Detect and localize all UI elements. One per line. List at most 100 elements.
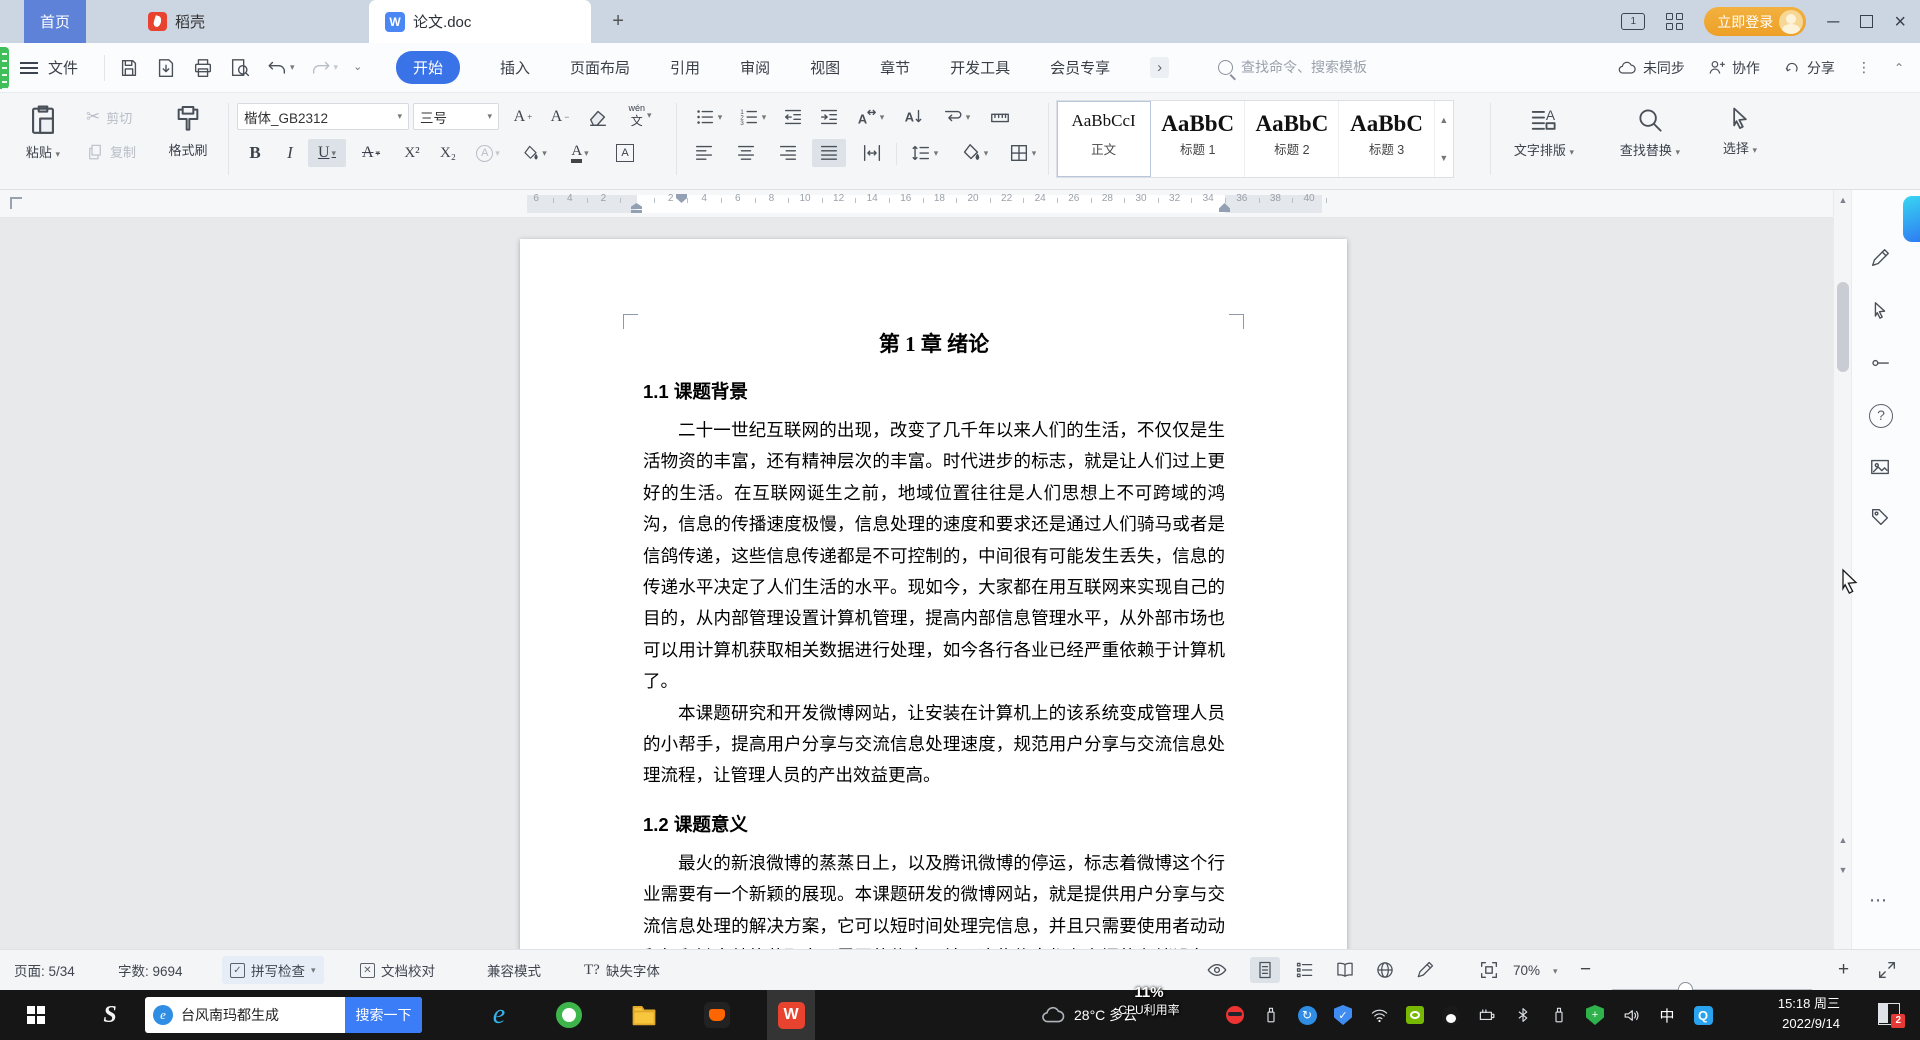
- tab-docer[interactable]: 稻壳: [132, 0, 221, 43]
- tray-qpinyin-icon[interactable]: Q: [1692, 1004, 1714, 1026]
- zoom-in-button[interactable]: +: [1838, 959, 1849, 981]
- decrease-indent-button[interactable]: [776, 103, 810, 131]
- side-flag[interactable]: [0, 47, 9, 89]
- fit-page-icon[interactable]: [1478, 959, 1500, 981]
- superscript-button[interactable]: X²: [396, 139, 428, 167]
- tray-qq-icon[interactable]: [1440, 1004, 1462, 1026]
- pinyin-guide-button[interactable]: wén 文 ▾: [620, 101, 660, 129]
- fullscreen-icon[interactable]: [1876, 959, 1898, 981]
- copy-button[interactable]: 复制: [86, 142, 136, 161]
- styles-scroll-down[interactable]: ▼: [1439, 153, 1448, 163]
- tray-volume-icon[interactable]: [1620, 1004, 1642, 1026]
- taskbar-search-button[interactable]: 搜索一下: [345, 997, 422, 1033]
- tab-home[interactable]: 首页: [24, 0, 87, 43]
- skin-flyout-tab[interactable]: [1903, 196, 1920, 242]
- enclose-char-button[interactable]: A ▾: [468, 139, 508, 167]
- undo-button[interactable]: ▾: [266, 57, 295, 79]
- eye-protection-icon[interactable]: [1206, 959, 1228, 981]
- taskbar-search-box[interactable]: e 台风南玛都生成 搜索一下: [145, 997, 422, 1033]
- page-indicator[interactable]: 页面: 5/34: [14, 960, 75, 980]
- horizontal-ruler[interactable]: 6 4 2 2 4 6 8 10 12 14 16 18 20 22 24 26 28 30 32 34 36 38 40: [0, 190, 1920, 218]
- tray-power-icon[interactable]: [1476, 1004, 1498, 1026]
- print-icon[interactable]: [192, 57, 214, 79]
- apps-grid-icon[interactable]: [1666, 13, 1684, 30]
- taskbar-app-browser[interactable]: [545, 990, 593, 1040]
- previous-page-icon[interactable]: ▲: [1834, 835, 1852, 845]
- file-menu[interactable]: 文件: [20, 43, 78, 92]
- close-button[interactable]: ×: [1894, 12, 1906, 32]
- style-heading1[interactable]: AaBbC 标题 1: [1151, 101, 1246, 177]
- font-size-select[interactable]: 三号 ▾: [413, 103, 499, 130]
- start-button[interactable]: [12, 990, 60, 1040]
- decrease-font-button[interactable]: A −: [544, 103, 576, 131]
- style-normal[interactable]: AaBbCcI 正文: [1057, 101, 1152, 177]
- tray-nvidia-icon[interactable]: [1404, 1004, 1426, 1026]
- numbered-list-button[interactable]: ▾: [732, 103, 772, 131]
- word-count[interactable]: 字数: 9694: [118, 960, 183, 980]
- command-search[interactable]: 查找命令、搜索模板: [1218, 57, 1367, 77]
- export-pdf-icon[interactable]: [155, 57, 177, 79]
- scroll-up-icon[interactable]: ▲: [1834, 195, 1852, 205]
- tab-stops-button[interactable]: [982, 103, 1018, 131]
- compat-mode-label[interactable]: 兼容模式: [487, 960, 541, 980]
- font-color-button[interactable]: A ▾: [560, 139, 600, 167]
- find-replace-button[interactable]: 查找替换 ▾: [1608, 105, 1692, 159]
- zoom-caret[interactable]: ▾: [1553, 967, 1558, 976]
- align-center-button[interactable]: [730, 139, 762, 167]
- zoom-value[interactable]: 70%: [1513, 963, 1540, 978]
- font-name-select[interactable]: 楷体_GB2312 ▾: [237, 103, 409, 130]
- panel-more-icon[interactable]: ⋯: [1869, 890, 1895, 916]
- document-text[interactable]: 第 1 章 绪论 1.1 课题背景 二十一世纪互联网的出现，改变了几千年以来人们…: [643, 329, 1225, 949]
- increase-indent-button[interactable]: [812, 103, 846, 131]
- taskbar-clock[interactable]: 15:18 周三 2022/9/14: [1736, 994, 1840, 1034]
- highlight-button[interactable]: ▾: [514, 139, 554, 167]
- login-button[interactable]: 立即登录: [1704, 7, 1807, 36]
- print-preview-icon[interactable]: [229, 57, 251, 79]
- tray-agent-icon[interactable]: [1224, 1004, 1246, 1026]
- tray-security-shield-icon[interactable]: ✓: [1332, 1004, 1354, 1026]
- cut-button[interactable]: ✂ 剪切: [86, 107, 132, 127]
- view-web-mode[interactable]: [1370, 957, 1400, 983]
- document-page[interactable]: 第 1 章 绪论 1.1 课题背景 二十一世纪互联网的出现，改变了几千年以来人们…: [520, 239, 1347, 949]
- text-direction-button[interactable]: [896, 103, 930, 131]
- tray-usb-icon[interactable]: [1260, 1004, 1282, 1026]
- view-outline-mode[interactable]: [1290, 957, 1320, 983]
- tray-wifi-icon[interactable]: [1368, 1004, 1390, 1026]
- restore-button[interactable]: [1860, 11, 1879, 28]
- view-page-mode[interactable]: [1250, 957, 1280, 983]
- minimize-button[interactable]: ─: [1827, 13, 1839, 30]
- style-heading3[interactable]: AaBbC 标题 3: [1339, 101, 1433, 177]
- missing-font-button[interactable]: T? 缺失字体: [584, 960, 660, 980]
- spell-check-button[interactable]: ✓ 拼写检查 ▾: [222, 956, 324, 984]
- char-border-button[interactable]: A: [608, 139, 642, 167]
- view-ink-mode[interactable]: [1410, 957, 1440, 983]
- menu-tab-view[interactable]: 视图: [810, 57, 840, 78]
- taskbar-app-ie[interactable]: e: [475, 990, 523, 1040]
- proofing-button[interactable]: ✕ 文档校对: [360, 960, 435, 980]
- sync-status[interactable]: 未同步: [1617, 58, 1685, 78]
- menu-tab-insert[interactable]: 插入: [500, 57, 530, 78]
- tray-sync-icon[interactable]: ↻: [1296, 1004, 1318, 1026]
- navigation-node-icon[interactable]: [1869, 352, 1891, 374]
- underline-button[interactable]: U ▾: [308, 139, 346, 167]
- line-spacing-button[interactable]: ▾: [902, 139, 946, 167]
- style-heading2[interactable]: AaBbC 标题 2: [1245, 101, 1340, 177]
- format-painter-button[interactable]: 格式刷: [158, 103, 218, 159]
- wrap-mark-button[interactable]: ▾: [934, 103, 978, 131]
- paste-button[interactable]: 粘贴 ▾: [14, 103, 72, 161]
- clear-format-button[interactable]: [582, 103, 614, 131]
- menu-tab-section[interactable]: 章节: [880, 57, 910, 78]
- qat-more-icon[interactable]: ⌄: [353, 62, 362, 73]
- char-scale-button[interactable]: ▾: [848, 103, 892, 131]
- taskbar-app-s[interactable]: S: [86, 990, 134, 1040]
- align-right-button[interactable]: [772, 139, 804, 167]
- share-button[interactable]: 分享: [1782, 58, 1835, 78]
- redo-button[interactable]: ▾: [310, 57, 338, 79]
- tray-antivirus-icon[interactable]: +: [1584, 1004, 1606, 1026]
- menu-tab-review[interactable]: 审阅: [740, 57, 770, 78]
- zoom-out-button[interactable]: −: [1580, 959, 1591, 981]
- pointer-tool-icon[interactable]: [1869, 300, 1891, 322]
- select-button[interactable]: 选择 ▾: [1710, 105, 1770, 157]
- bold-button[interactable]: B: [240, 139, 270, 167]
- taskbar-app-game[interactable]: [693, 990, 741, 1040]
